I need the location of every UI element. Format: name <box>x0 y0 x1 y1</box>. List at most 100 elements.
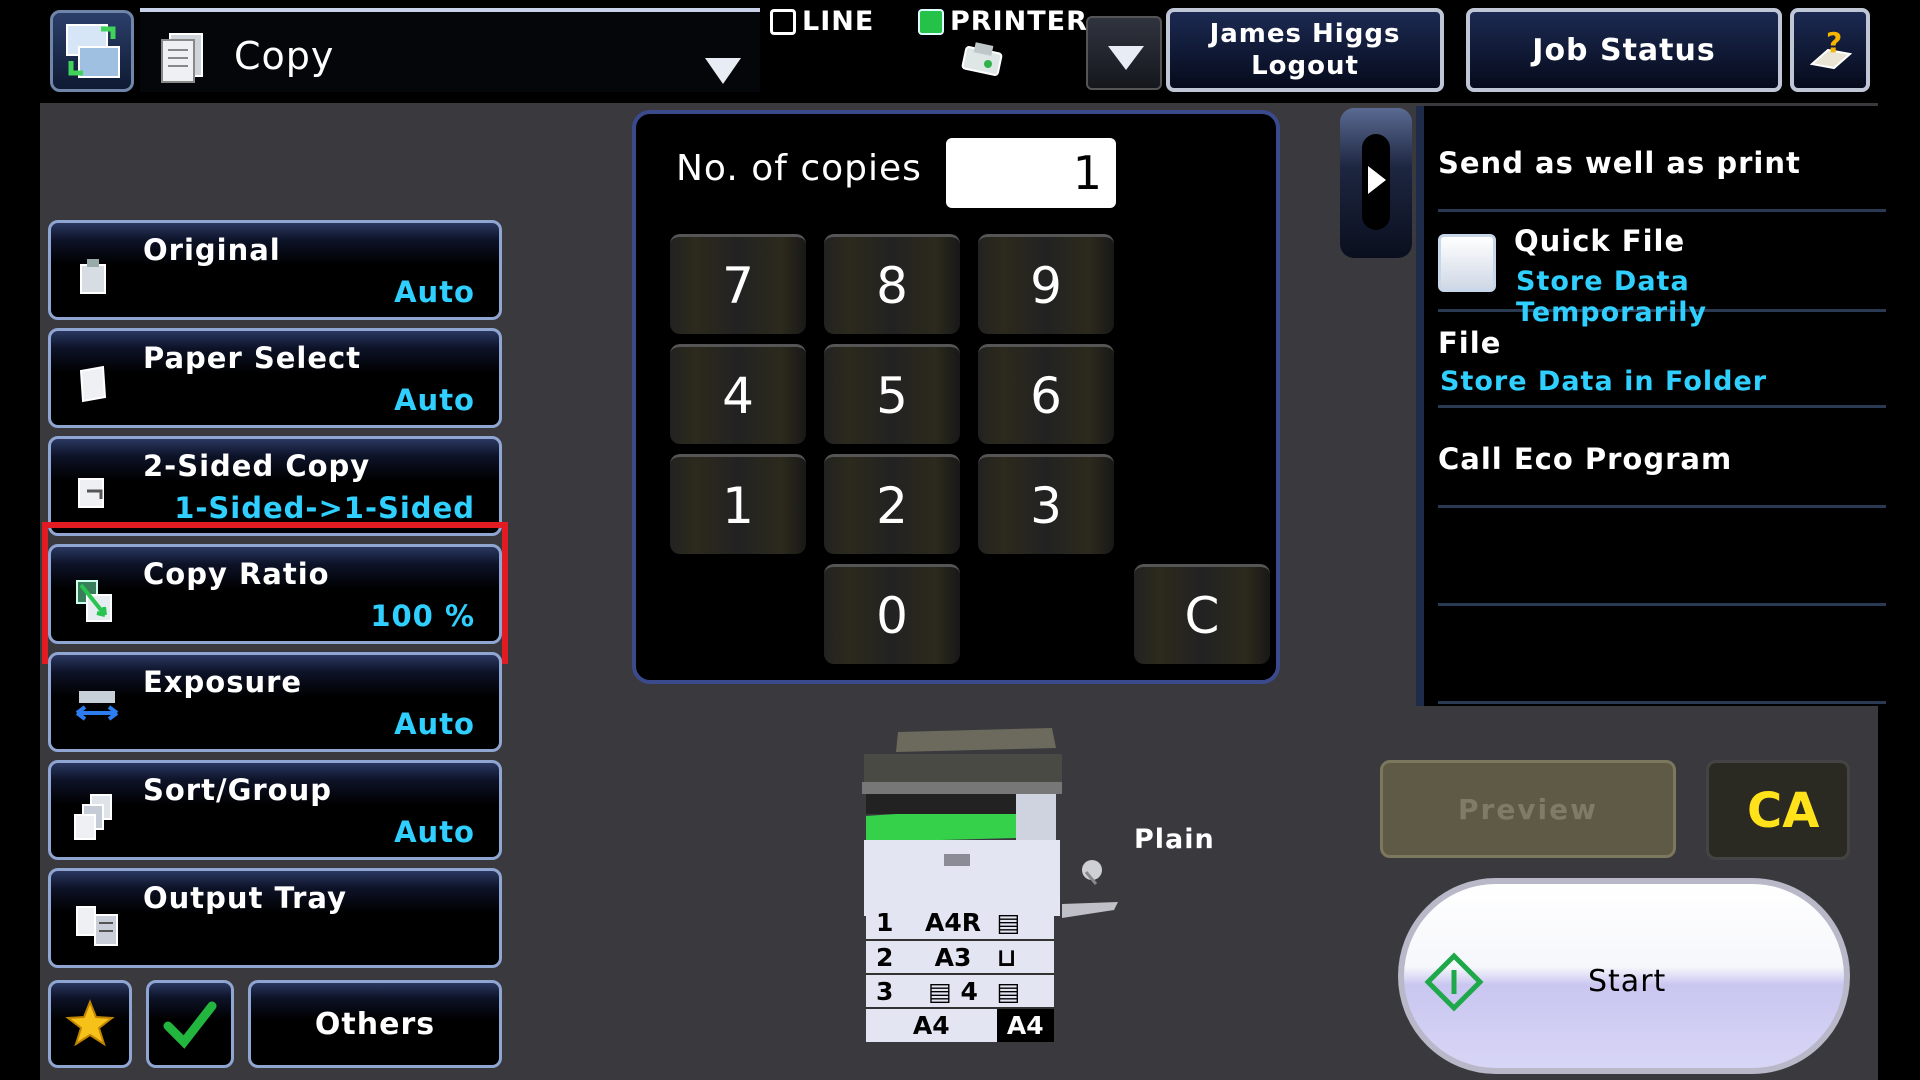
checkmark-icon <box>163 1001 217 1049</box>
send-as-well-label: Send as well as print <box>1438 146 1801 180</box>
menu-sort-group[interactable]: Sort/Group Auto <box>48 760 502 860</box>
logout-label: Logout <box>1251 51 1359 81</box>
job-status-button[interactable]: Job Status <box>1466 8 1782 92</box>
menu-paper-select[interactable]: Paper Select Auto <box>48 328 502 428</box>
line-status-label: LINE <box>802 6 875 37</box>
job-status-label: Job Status <box>1532 32 1716 68</box>
line-status-checkbox-icon <box>770 8 796 35</box>
key-5[interactable]: 5 <box>824 344 960 444</box>
menu-output-tray-title: Output Tray <box>143 881 348 915</box>
key-clear[interactable]: C <box>1134 564 1270 664</box>
paper-type-label: Plain <box>1134 824 1215 855</box>
mode-switch-icon <box>66 24 120 78</box>
tray-size: A3 <box>934 942 972 972</box>
star-icon <box>65 999 115 1047</box>
tray-number[interactable]: 3 <box>866 974 910 1008</box>
menu-exposure-value: Auto <box>394 707 475 741</box>
quick-file-checkbox-icon <box>1438 234 1496 292</box>
menu-original[interactable]: Original Auto <box>48 220 502 320</box>
key-3[interactable]: 3 <box>978 454 1114 554</box>
menu-sort-group-title: Sort/Group <box>143 773 332 807</box>
eco-program-label: Call Eco Program <box>1438 442 1733 476</box>
file-row[interactable]: File Store Data in Folder <box>1438 312 1886 408</box>
send-as-well-row[interactable]: Send as well as print <box>1438 106 1886 212</box>
mode-switch-button[interactable] <box>50 10 134 92</box>
key-8[interactable]: 8 <box>824 234 960 334</box>
svg-text:?: ? <box>1826 26 1843 59</box>
menu-2-sided-copy[interactable]: 2-Sided Copy 1-Sided->1-Sided <box>48 436 502 536</box>
tray-paper-icon: ▤ 4 <box>928 976 978 1006</box>
copy-ratio-highlight <box>42 522 508 664</box>
preview-button[interactable]: Preview <box>1380 760 1676 858</box>
tray-size-row: A4 A4 <box>866 1008 1054 1042</box>
empty-row-1 <box>1438 508 1886 606</box>
help-icon: ? <box>1809 26 1853 70</box>
logout-user-name: James Higgs <box>1209 19 1401 49</box>
key-6[interactable]: 6 <box>978 344 1114 444</box>
mode-selector[interactable]: Copy <box>140 8 760 92</box>
line-status: LINE <box>770 6 874 37</box>
clear-all-button[interactable]: CA <box>1706 760 1850 860</box>
tray-size-selected[interactable]: A4 <box>996 1008 1054 1042</box>
tray-row-pair: 3 ▤ 4 ▤ <box>866 974 1054 1008</box>
menu-output-tray[interactable]: Output Tray <box>48 868 502 968</box>
eco-program-row[interactable]: Call Eco Program <box>1438 408 1886 508</box>
tray-row[interactable]: 1 A4R ▤ <box>866 906 1054 940</box>
menu-paper-select-value: Auto <box>394 383 475 417</box>
file-label: File <box>1438 326 1502 360</box>
menu-sort-group-value: Auto <box>394 815 475 849</box>
paper-tray-table: 1 A4R ▤ 2 A3 ⊔ 3 ▤ 4 ▤ A4 A4 <box>866 906 1054 1042</box>
sort-group-icon <box>74 794 112 840</box>
menu-exposure-title: Exposure <box>143 665 303 699</box>
copies-label: No. of copies <box>676 148 922 189</box>
favorites-button[interactable] <box>48 980 132 1068</box>
printer-status: PRINTER <box>918 6 1088 37</box>
side-panel-toggle-tab[interactable] <box>1340 108 1412 258</box>
mode-title: Copy <box>234 34 335 78</box>
tray-size: A4R <box>925 908 982 937</box>
tray-paper-icon: ▤ <box>996 976 1021 1006</box>
tray-empty-icon: ⊔ <box>996 942 1017 972</box>
help-button[interactable]: ? <box>1790 8 1870 92</box>
clear-all-label: CA <box>1747 783 1820 839</box>
menu-original-value: Auto <box>394 275 475 309</box>
tray-number: 1 <box>876 908 894 937</box>
menu-exposure[interactable]: Exposure Auto <box>48 652 502 752</box>
menu-paper-select-title: Paper Select <box>143 341 362 375</box>
menu-original-title: Original <box>143 233 281 267</box>
key-2[interactable]: 2 <box>824 454 960 554</box>
key-7[interactable]: 7 <box>670 234 806 334</box>
printer-status-label: PRINTER <box>950 6 1088 37</box>
key-0[interactable]: 0 <box>824 564 960 664</box>
start-button[interactable]: Start <box>1398 878 1850 1074</box>
empty-row-2 <box>1438 606 1886 704</box>
tray-number: 2 <box>876 942 894 972</box>
printer-icon <box>961 42 1003 76</box>
two-sided-copy-icon <box>78 478 104 508</box>
key-4[interactable]: 4 <box>670 344 806 444</box>
key-1[interactable]: 1 <box>670 454 806 554</box>
status-dropdown-button[interactable] <box>1086 16 1162 90</box>
paper-sheet-icon <box>79 365 107 403</box>
start-diamond-icon <box>1424 952 1484 1012</box>
start-label: Start <box>1588 964 1667 999</box>
copies-count-field[interactable]: 1 <box>946 138 1116 208</box>
others-button[interactable]: Others <box>248 980 502 1068</box>
send-options-panel: Send as well as print Quick File Store D… <box>1416 106 1886 706</box>
check-button[interactable] <box>146 980 234 1068</box>
mode-dropdown-arrow-icon[interactable] <box>705 58 741 84</box>
menu-2-sided-copy-title: 2-Sided Copy <box>143 449 371 483</box>
quick-file-row[interactable]: Quick File Store Data Temporarily <box>1438 212 1886 328</box>
exposure-icon <box>75 691 119 721</box>
quick-file-label: Quick File <box>1514 224 1686 258</box>
key-9[interactable]: 9 <box>978 234 1114 334</box>
logout-button[interactable]: James Higgs Logout <box>1166 8 1444 92</box>
top-bar: Copy LINE PRINTER James Higgs Logout Job… <box>0 0 1920 100</box>
others-label: Others <box>314 1006 436 1042</box>
output-tray-icon <box>76 906 118 946</box>
tray-row[interactable]: 2 A3 ⊔ <box>866 940 1054 974</box>
preview-label: Preview <box>1457 792 1599 826</box>
tray-size[interactable]: A4 <box>866 1008 997 1042</box>
file-sub-label: Store Data in Folder <box>1440 366 1768 397</box>
tray-number[interactable]: 4 <box>961 977 978 1006</box>
